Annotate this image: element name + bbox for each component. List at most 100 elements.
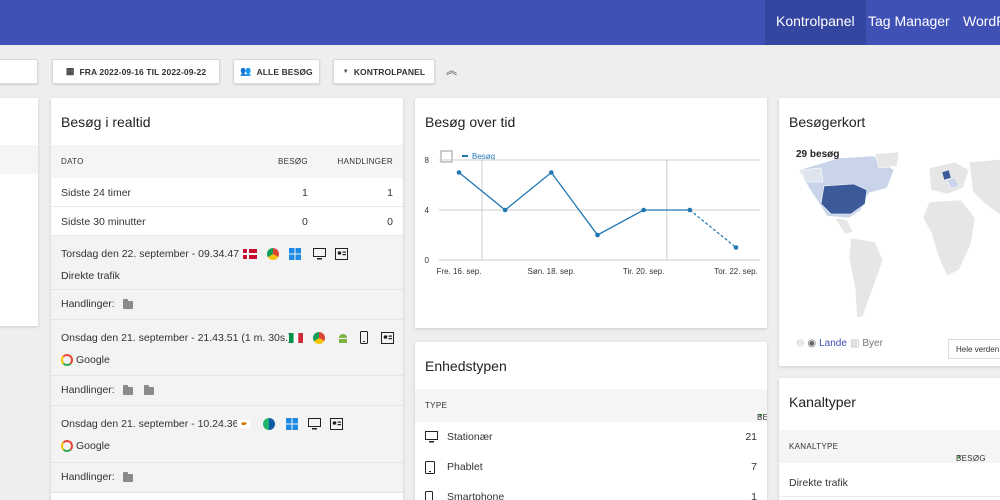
visit-item[interactable]: Onsdag den 21. september - 10.24.36 Goog… xyxy=(51,406,403,463)
table-row: Phablet 7 xyxy=(415,452,767,481)
row-value: 7 xyxy=(751,461,757,473)
collapse-icon[interactable]: ︽ xyxy=(446,62,457,78)
table-header: TYPE ▼ BESØG xyxy=(415,389,767,422)
globe-icon: ◉ xyxy=(807,338,817,349)
row-visits: 1 xyxy=(302,187,308,199)
visit-time: Torsdag den 22. september - 09.34.47 xyxy=(61,248,240,260)
y-tick-label: 8 xyxy=(425,156,430,165)
row-label: Smartphone xyxy=(447,491,505,500)
folder-icon[interactable] xyxy=(123,385,133,395)
nav-item-wordpress[interactable]: WordPress xyxy=(952,0,1000,45)
visit-item[interactable]: Torsdag den 22. september - 09.34.47 Dir… xyxy=(51,236,403,290)
visitor-profile-icon xyxy=(330,418,343,430)
row-actions: 1 xyxy=(387,187,393,199)
folder-icon[interactable] xyxy=(123,299,133,309)
column-header-visits: BESØG xyxy=(278,157,308,166)
folder-icon[interactable] xyxy=(144,385,154,395)
nav-item-kontrolpanel[interactable]: Kontrolpanel xyxy=(765,0,866,45)
table-header: KANALTYPE ▼ BESØG xyxy=(779,430,1000,463)
visitor-map-card: Besøgerkort 29 besøg ⊖ ◉ Lande ▥ Byer He… xyxy=(779,98,1000,366)
table-header: DATO BESØG HANDLINGER xyxy=(51,145,403,178)
google-icon xyxy=(61,354,73,366)
visit-time: Onsdag den 21. september - 21.43.51 (1 m… xyxy=(61,332,292,344)
dashboard-selector-button[interactable]: ▼ KONTROLPANEL xyxy=(333,59,435,84)
data-point xyxy=(687,207,693,213)
visit-item[interactable]: Onsdag den 21. september - 21.43.51 (1 m… xyxy=(51,320,403,376)
tablet-icon xyxy=(425,461,435,474)
dashboard-label: KONTROLPANEL xyxy=(353,66,426,77)
android-icon xyxy=(339,334,347,343)
map-visit-count: 29 besøg xyxy=(796,149,840,160)
region-select-button[interactable]: Hele verden xyxy=(948,339,1000,359)
row-visits: 0 xyxy=(302,216,308,228)
top-navigation: Kontrolpanel Tag Manager WordPress xyxy=(0,0,1000,45)
card-title: Kanaltyper xyxy=(789,394,856,410)
visit-time: Onsdag den 21. september - 10.24.36 xyxy=(61,418,239,430)
desktop-icon xyxy=(313,248,326,260)
data-point xyxy=(641,207,646,213)
row-label: Sidste 24 timer xyxy=(61,187,132,199)
card-title: Besøgerkort xyxy=(789,114,866,130)
data-point xyxy=(502,207,508,213)
card-title: Besøg i realtid xyxy=(61,114,151,130)
y-tick-label: 4 xyxy=(425,206,430,215)
desktop-icon xyxy=(308,418,321,430)
visit-source: Google xyxy=(61,354,110,366)
actions-label: Handlinger: xyxy=(61,471,115,483)
folder-icon[interactable] xyxy=(123,472,133,482)
row-label: Phablet xyxy=(447,461,483,473)
row-label: Stationær xyxy=(447,431,493,443)
data-point xyxy=(595,232,600,238)
visit-actions-row: Handlinger: xyxy=(51,290,403,320)
actions-label: Handlinger: xyxy=(61,384,115,396)
actions-label: Handlinger: xyxy=(61,298,115,310)
zoom-out-icon[interactable]: ⊖ xyxy=(796,338,804,349)
windows-icon xyxy=(289,248,301,260)
smartphone-icon xyxy=(425,491,433,500)
toolbar-button-cut[interactable] xyxy=(0,59,38,84)
left-partial-card xyxy=(0,98,38,326)
tab-cities[interactable]: Byer xyxy=(862,338,883,349)
map-tabs: ⊖ ◉ Lande ▥ Byer xyxy=(796,338,883,349)
card-title: Besøg over tid xyxy=(425,114,516,130)
visit-source-label: Direkte trafik xyxy=(61,270,120,282)
table-row: Direkte trafik xyxy=(779,468,1000,497)
visit-source: Google xyxy=(61,440,110,452)
visits-line-chart: Besøg048Fre. 16. sep. Søn. 18. sep. Tir. 2… xyxy=(425,150,760,276)
column-header-label: BESØG xyxy=(956,454,986,463)
smartphone-icon xyxy=(360,331,368,344)
card-title: Enhedstypen xyxy=(425,358,507,374)
visitor-profile-icon xyxy=(381,332,394,344)
denmark-flag-icon xyxy=(243,249,257,259)
column-header-actions: HANDLINGER xyxy=(337,157,393,166)
windows-icon xyxy=(286,418,298,430)
calendar-icon: ▦ xyxy=(65,66,75,76)
table-row: Smartphone 1 xyxy=(415,482,767,500)
desktop-icon xyxy=(425,431,438,443)
device-type-card: Enhedstypen TYPE ▼ BESØG Stationær 21 Ph… xyxy=(415,342,767,500)
data-point xyxy=(456,170,462,175)
visit-actions-row: Handlinger: xyxy=(51,463,403,493)
date-range-label: FRA 2022-09-16 TIL 2022-09-22 xyxy=(79,66,207,77)
tab-countries[interactable]: Lande xyxy=(819,338,847,349)
column-header-label: BESØG xyxy=(757,413,767,422)
segment-label: ALLE BESØG xyxy=(256,66,313,77)
column-header-type: TYPE xyxy=(425,401,448,410)
date-range-button[interactable]: ▦ FRA 2022-09-16 TIL 2022-09-22 xyxy=(52,59,220,84)
caret-down-icon: ▼ xyxy=(342,68,349,75)
visit-source: Direkte trafik xyxy=(61,270,120,282)
segment-button[interactable]: 👥 ALLE BESØG xyxy=(233,59,320,84)
users-icon: 👥 xyxy=(240,66,252,76)
table-row: Stationær 21 xyxy=(415,422,767,451)
cyprus-flag-icon xyxy=(237,419,251,429)
row-label: Sidste 30 minutter xyxy=(61,216,146,228)
nav-item-tag-manager[interactable]: Tag Manager xyxy=(857,0,961,45)
visit-source-label: Google xyxy=(76,440,110,452)
world-map[interactable] xyxy=(779,148,1000,328)
x-tick-label: Fre. 16. sep. xyxy=(437,267,482,276)
series-line xyxy=(458,171,690,236)
visit-actions-row: Handlinger: xyxy=(51,376,403,406)
edge-icon xyxy=(263,418,275,430)
column-header-channel: KANALTYPE xyxy=(789,442,839,451)
data-point xyxy=(549,170,554,175)
